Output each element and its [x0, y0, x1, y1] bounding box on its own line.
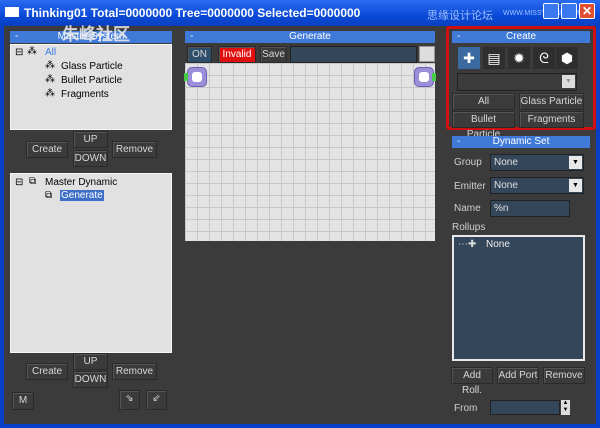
save-icon[interactable]: ⇙ — [146, 390, 167, 410]
rollups-list[interactable]: ⋯✚ None — [452, 235, 585, 361]
rollups-label: Rollups — [452, 222, 486, 233]
create-glass-particle-button[interactable]: Glass Particle — [519, 93, 584, 110]
wrench-icon[interactable]: ᘓ — [533, 47, 555, 69]
close-button[interactable]: ✕ — [579, 3, 595, 19]
from-label: From — [454, 403, 478, 414]
input-port[interactable] — [184, 73, 188, 81]
options-button[interactable] — [419, 46, 435, 62]
maximize-button[interactable] — [561, 3, 577, 19]
dynamic-icon: ⧉ — [29, 176, 37, 187]
dynamic-icon: ⧉ — [45, 190, 53, 201]
chevron-down-icon: ▼ — [569, 179, 582, 192]
output-node[interactable] — [414, 67, 434, 87]
expand-icon[interactable]: ⊟ — [15, 47, 23, 58]
on-button[interactable]: ON — [187, 46, 212, 63]
particle-icon: ⁂ — [45, 74, 55, 85]
node-graph-canvas[interactable] — [184, 63, 436, 241]
remove-rollup-button[interactable]: Remove — [543, 367, 585, 384]
rollup-icon: ⋯✚ — [458, 239, 477, 250]
generate-header[interactable]: - Generate — [185, 31, 435, 43]
window-icon — [5, 7, 19, 17]
group-label: Group — [454, 157, 482, 168]
up-button[interactable]: UP — [73, 131, 108, 148]
gear-icon[interactable]: ✹ — [508, 47, 530, 69]
input-node[interactable] — [187, 67, 207, 87]
master-system-tree[interactable]: ⊟ ⁂ All ⁂ Glass Particle ⁂ Bullet Partic… — [10, 44, 172, 130]
group-value: None — [494, 157, 518, 168]
remove-button[interactable]: Remove — [112, 363, 157, 380]
create-button[interactable]: Create — [26, 363, 68, 380]
spinner-arrows-icon[interactable]: ▲ ▼ — [561, 400, 570, 415]
tree-item-master-dynamic[interactable]: Master Dynamic — [45, 177, 117, 188]
dynamic-set-header[interactable]: - Dynamic Set — [452, 136, 590, 148]
tree-item-fragments[interactable]: Fragments — [61, 89, 109, 100]
master-dynamic-tree[interactable]: ⊟ ⧉ Master Dynamic ⧉ Generate — [10, 173, 172, 353]
expand-icon[interactable]: ⊟ — [15, 177, 23, 188]
window-title: Thinking01 Total=0000000 Tree=0000000 Se… — [24, 6, 361, 20]
create-all-button[interactable]: All — [452, 93, 515, 110]
particle-add-icon[interactable]: ✚ — [458, 47, 480, 69]
down-button[interactable]: DOWN — [73, 371, 108, 388]
tree-item-bullet-particle[interactable]: Bullet Particle — [61, 75, 122, 86]
particle-icon: ⁂ — [45, 88, 55, 99]
create-type-dropdown[interactable]: ▼ — [457, 73, 577, 91]
name-input[interactable]: %n — [490, 200, 570, 217]
tree-item-all[interactable]: All — [45, 47, 56, 58]
ok-icon[interactable]: ▤ — [483, 47, 505, 69]
emitter-value: None — [494, 180, 518, 191]
create-button[interactable]: Create — [26, 141, 68, 158]
emitter-dropdown[interactable]: None ▼ — [490, 177, 584, 194]
from-spinner[interactable] — [490, 400, 560, 415]
cube-icon[interactable]: ⬢ — [556, 47, 578, 69]
emitter-label: Emitter — [454, 181, 486, 192]
down-button[interactable]: DOWN — [73, 150, 108, 167]
up-button[interactable]: UP — [73, 353, 108, 370]
tree-item-glass-particle[interactable]: Glass Particle — [61, 61, 123, 72]
invalid-button[interactable]: Invalid — [218, 46, 256, 63]
create-header[interactable]: - Create — [452, 31, 590, 43]
watermark: 朱峰社区 — [62, 25, 130, 44]
create-fragments-button[interactable]: Fragments — [519, 111, 584, 128]
output-port[interactable] — [432, 73, 436, 81]
generate-name-field[interactable] — [290, 46, 417, 63]
name-label: Name — [454, 203, 481, 214]
tree-item-generate[interactable]: Generate — [60, 190, 104, 201]
rollup-item[interactable]: None — [486, 239, 510, 250]
save-button[interactable]: Save — [260, 46, 287, 63]
watermark: 思缘设计论坛 — [427, 10, 493, 22]
particle-icon: ⁂ — [45, 60, 55, 71]
add-port-button[interactable]: Add Port — [497, 367, 539, 384]
create-bullet-particle-button[interactable]: Bullet Particle — [452, 111, 515, 140]
chevron-down-icon: ▼ — [562, 75, 575, 88]
chevron-down-icon: ▼ — [569, 156, 582, 169]
particle-icon: ⁂ — [27, 46, 37, 57]
minimize-button[interactable] — [543, 3, 559, 19]
add-roll-button[interactable]: Add Roll. — [451, 367, 493, 396]
remove-button[interactable]: Remove — [112, 141, 157, 158]
load-icon[interactable]: ⇘ — [119, 390, 140, 410]
m-button[interactable]: M — [12, 392, 34, 410]
group-dropdown[interactable]: None ▼ — [490, 154, 584, 171]
